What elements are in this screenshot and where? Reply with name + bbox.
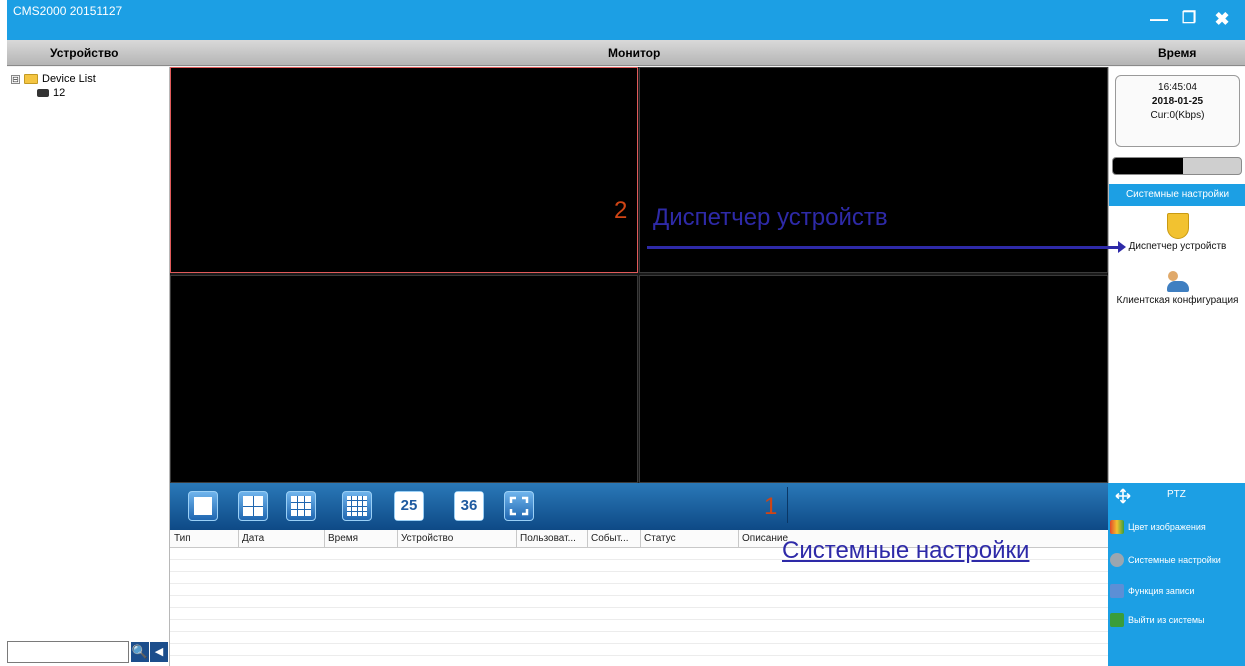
annotation-arrow-device-manager — [647, 241, 1126, 253]
tree-item-label: 12 — [53, 87, 66, 99]
clock-display: 16:45:04 2018-01-25 Cur:0(Kbps) — [1115, 75, 1240, 147]
column-header-device[interactable]: Устройство — [401, 533, 453, 544]
exit-door-icon — [1110, 613, 1124, 627]
column-header-date[interactable]: Дата — [242, 533, 264, 544]
monitor-section-label: Монитор — [608, 46, 661, 60]
bandwidth-bar-fill — [1113, 158, 1184, 174]
device-manager-label: Диспетчер устройств — [1128, 241, 1227, 252]
toolbar-divider — [787, 487, 788, 523]
cms-app-window: CMS2000 20151127 — ❐ ✖ Устройство Монито… — [7, 0, 1245, 666]
tree-root-label: Device List — [42, 73, 96, 85]
layout-36-button[interactable]: 36 — [454, 491, 484, 521]
ptz-panel: PTZ Цвет изображения Системные настройки… — [1108, 483, 1245, 666]
sixteen-view-icon — [347, 496, 367, 516]
film-icon — [1110, 584, 1124, 598]
system-settings-label: Системные настройки — [1128, 555, 1221, 565]
time-settings-panel: 16:45:04 2018-01-25 Cur:0(Kbps) Системны… — [1108, 67, 1245, 483]
video-channel-3[interactable] — [170, 275, 638, 483]
section-header-bar: Устройство Монитор Время — [7, 40, 1245, 66]
client-config-button[interactable]: Клиентская конфигурация — [1109, 269, 1245, 306]
column-header-event[interactable]: Событ... — [591, 533, 629, 544]
close-button[interactable]: ✖ — [1211, 8, 1233, 30]
layout-25-button[interactable]: 25 — [394, 491, 424, 521]
device-search-input[interactable] — [7, 641, 129, 663]
logout-button[interactable]: Выйти из системы — [1110, 609, 1243, 631]
move-arrows-icon — [1115, 488, 1131, 504]
record-function-label: Функция записи — [1128, 586, 1195, 596]
restore-button[interactable]: ❐ — [1178, 8, 1200, 30]
title-bar: CMS2000 20151127 — ❐ ✖ — [7, 0, 1245, 40]
bitrate-readout: Cur:0(Kbps) — [1150, 110, 1205, 121]
color-palette-icon — [1110, 520, 1124, 534]
camera-icon — [37, 89, 49, 97]
layout-16-button[interactable] — [342, 491, 372, 521]
ptz-header[interactable]: PTZ — [1108, 483, 1245, 509]
clock-time: 16:45:04 — [1158, 82, 1197, 93]
folder-icon — [24, 74, 38, 84]
video-channel-2[interactable] — [639, 67, 1108, 273]
annotation-device-manager: Диспетчер устройств — [653, 204, 888, 231]
fullscreen-icon — [509, 496, 529, 516]
annotation-number-2: 2 — [614, 197, 628, 224]
time-section-label: Время — [1158, 46, 1197, 60]
layout-1-button[interactable] — [188, 491, 218, 521]
record-function-button[interactable]: Функция записи — [1110, 580, 1243, 602]
collapse-panel-button[interactable]: ◀ — [150, 642, 168, 662]
collapse-toggle-icon[interactable]: ⊟ — [11, 74, 20, 84]
layout-25-label: 25 — [395, 492, 423, 520]
quad-view-icon — [243, 496, 263, 516]
window-title: CMS2000 20151127 — [13, 4, 123, 18]
video-channel-4[interactable] — [639, 275, 1108, 483]
ptz-title: PTZ — [1167, 489, 1186, 500]
layout-9-button[interactable] — [286, 491, 316, 521]
nine-view-icon — [291, 496, 311, 516]
annotation-system-settings: Системные настройки — [782, 537, 1030, 564]
system-settings-button[interactable]: Системные настройки — [1110, 549, 1243, 571]
image-color-label: Цвет изображения — [1128, 522, 1206, 532]
system-settings-header[interactable]: Системные настройки — [1109, 184, 1245, 206]
logout-label: Выйти из системы — [1128, 615, 1205, 625]
video-monitor-grid — [170, 67, 1108, 483]
video-channel-1[interactable] — [170, 67, 638, 273]
tree-root[interactable]: ⊟ Device List — [11, 72, 96, 86]
log-empty-rows — [170, 548, 1108, 666]
people-icon — [1166, 269, 1190, 293]
image-color-button[interactable]: Цвет изображения — [1110, 516, 1243, 538]
layout-4-button[interactable] — [238, 491, 268, 521]
clock-date: 2018-01-25 — [1151, 96, 1204, 107]
column-header-type[interactable]: Тип — [174, 533, 191, 544]
client-config-label: Клиентская конфигурация — [1116, 295, 1239, 306]
device-panel: ⊟ Device List 12 🔍 ◀ — [7, 67, 170, 666]
layout-toolbar: 25 36 — [170, 483, 1108, 530]
fullscreen-button[interactable] — [504, 491, 534, 521]
layout-36-label: 36 — [455, 492, 483, 520]
device-manager-button[interactable]: Диспетчер устройств — [1109, 213, 1245, 252]
device-section-label: Устройство — [50, 46, 119, 60]
bandwidth-bar — [1112, 157, 1242, 175]
search-button[interactable]: 🔍 — [131, 642, 149, 662]
tree-item-device[interactable]: 12 — [11, 86, 96, 100]
device-tree: ⊟ Device List 12 — [11, 72, 96, 100]
single-view-icon — [194, 497, 212, 515]
annotation-number-1: 1 — [764, 493, 778, 520]
minimize-button[interactable]: — — [1148, 8, 1170, 30]
column-header-time[interactable]: Время — [328, 533, 358, 544]
gear-icon — [1110, 553, 1124, 567]
column-header-status[interactable]: Статус — [644, 533, 676, 544]
shield-icon — [1166, 213, 1189, 239]
column-header-user[interactable]: Пользоват... — [520, 533, 576, 544]
